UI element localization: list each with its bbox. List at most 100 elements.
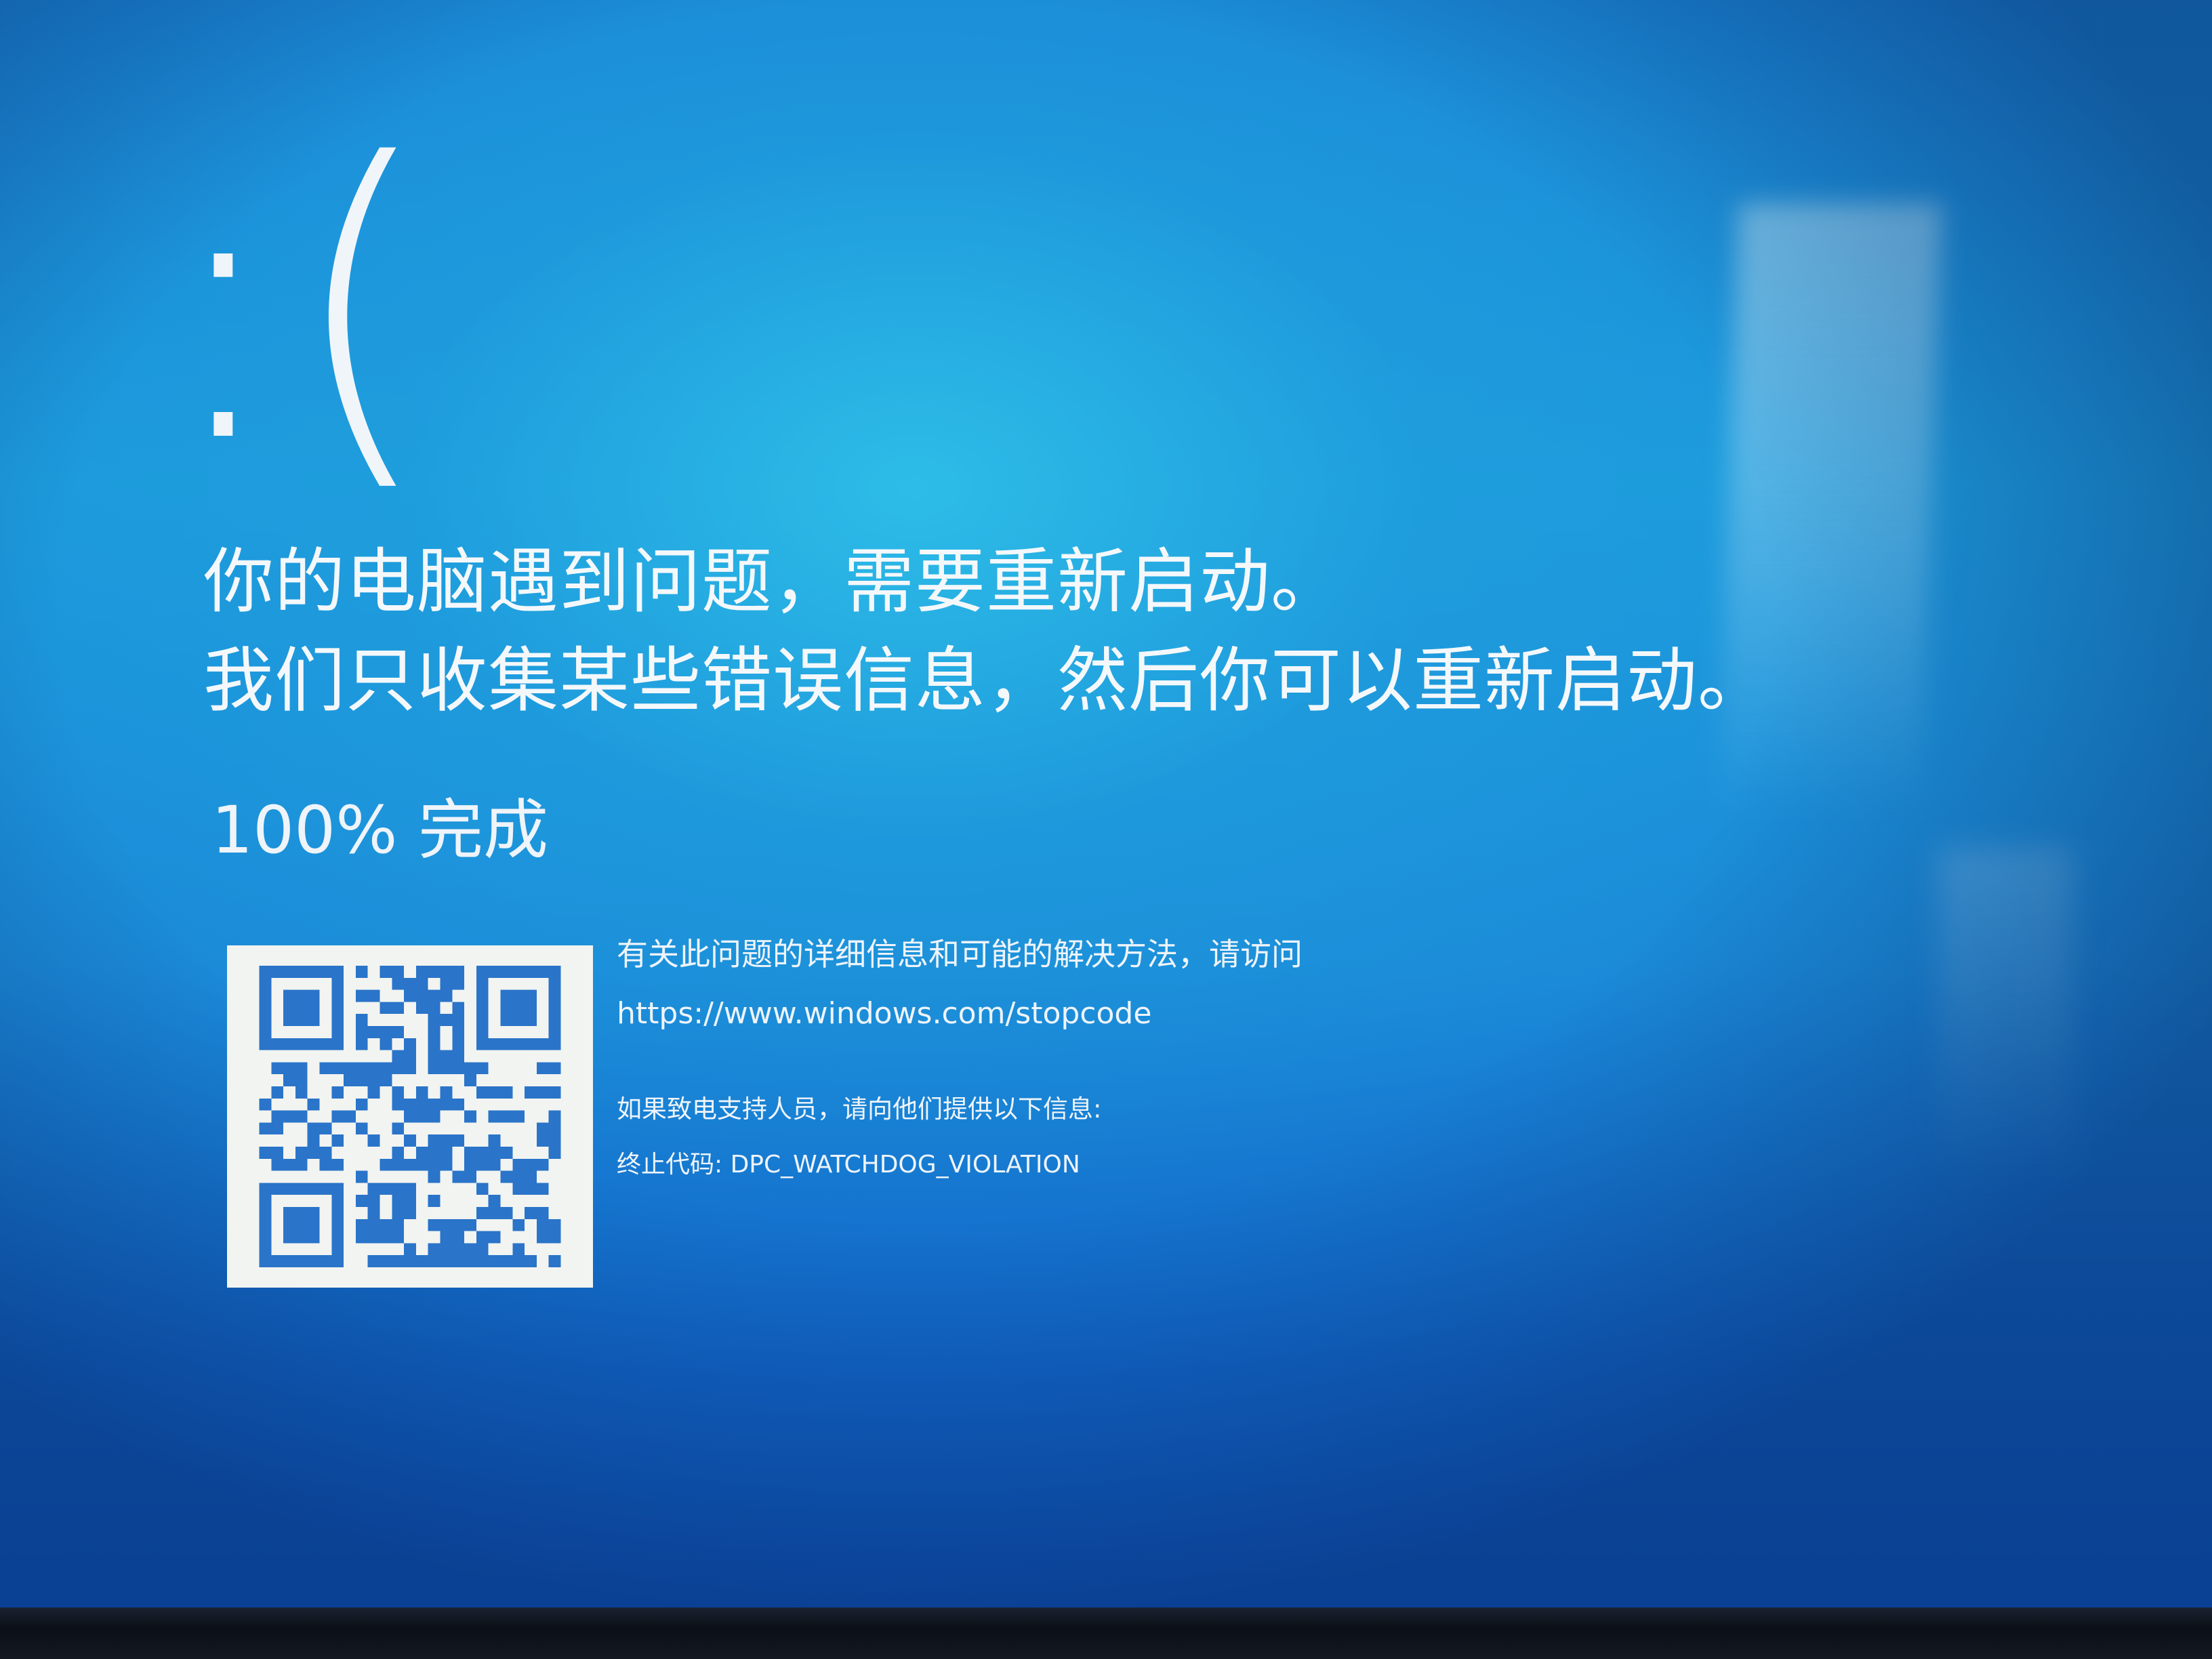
qr-module	[536, 1207, 549, 1219]
qr-module	[344, 1062, 356, 1075]
qr-module	[452, 966, 465, 978]
qr-module	[452, 1062, 465, 1075]
qr-module	[452, 1134, 465, 1147]
qr-module	[525, 1086, 537, 1099]
qr-module	[392, 1062, 405, 1075]
qr-module	[283, 1158, 295, 1171]
qr-module	[319, 966, 332, 978]
qr-module	[331, 1231, 344, 1244]
qr-module	[331, 989, 344, 1002]
qr-module	[488, 1231, 501, 1244]
qr-module	[295, 1183, 308, 1195]
qr-module	[488, 1195, 501, 1207]
qr-module	[525, 1255, 537, 1267]
qr-module	[415, 1002, 428, 1015]
qr-module	[331, 1002, 344, 1015]
qr-module	[476, 1062, 489, 1075]
qr-module	[319, 1255, 332, 1267]
qr-module	[355, 1098, 368, 1111]
qr-module	[464, 1062, 476, 1075]
qr-module	[536, 1183, 549, 1195]
qr-module	[307, 1147, 320, 1159]
qr-module	[464, 1110, 476, 1123]
qr-module	[525, 1002, 537, 1015]
qr-module	[380, 1026, 392, 1038]
qr-module	[283, 1038, 295, 1050]
qr-module	[428, 1098, 441, 1111]
qr-module	[271, 966, 284, 978]
qr-module	[512, 1158, 525, 1171]
qr-module	[452, 1170, 465, 1183]
bsod-screen: :( 你的电脑遇到问题，需要重新启动。 我们只收集某些错误信息，然后你可以重新启…	[0, 0, 2212, 1607]
qr-module	[355, 1074, 368, 1086]
qr-module	[464, 1170, 476, 1183]
qr-module	[271, 1122, 284, 1135]
qr-module	[283, 966, 295, 978]
qr-module	[548, 1255, 561, 1267]
qr-module	[500, 989, 513, 1002]
qr-module	[319, 1147, 332, 1159]
headline-line-1: 你的电脑遇到问题，需要重新启动。	[203, 540, 1343, 623]
stopcode-url-link[interactable]: https://www.windows.com/stopcode	[617, 994, 1151, 1034]
qr-module	[452, 1243, 465, 1256]
qr-module	[476, 1255, 489, 1267]
qr-module	[331, 1158, 344, 1171]
qr-module	[464, 1147, 476, 1159]
qr-module	[415, 966, 428, 978]
qr-module	[271, 1110, 284, 1123]
qr-module	[380, 1074, 392, 1086]
qr-module	[464, 1243, 476, 1256]
qr-module	[452, 977, 465, 990]
qr-module	[392, 1050, 405, 1063]
qr-module	[392, 1183, 405, 1195]
qr-module	[355, 1231, 368, 1244]
qr-module	[476, 1207, 489, 1219]
qr-module	[259, 1002, 272, 1015]
qr-module	[488, 1147, 501, 1159]
stop-code-line: 终止代码: DPC_WATCHDOG_VIOLATION	[617, 1148, 1080, 1182]
qr-module	[404, 977, 416, 990]
qr-module	[440, 989, 453, 1002]
qr-module	[331, 1207, 344, 1219]
qr-module	[525, 1170, 537, 1183]
qr-module	[428, 1062, 441, 1075]
qr-module	[428, 1110, 441, 1123]
qr-module	[525, 1207, 537, 1219]
qr-module	[488, 966, 501, 978]
qr-module	[512, 1038, 525, 1050]
qr-module	[380, 1158, 392, 1171]
qr-module	[295, 1255, 308, 1267]
qr-module	[428, 989, 441, 1002]
qr-module	[392, 1207, 405, 1219]
qr-module	[367, 1134, 380, 1147]
qr-module	[283, 1183, 295, 1195]
qr-module	[367, 1026, 380, 1038]
qr-module	[500, 1207, 513, 1219]
qr-module	[440, 1050, 453, 1063]
qr-module	[380, 1038, 392, 1050]
qr-module	[476, 1026, 489, 1038]
qr-module	[331, 1218, 344, 1231]
qr-module	[392, 1218, 405, 1231]
qr-module	[476, 1038, 489, 1050]
qr-module	[259, 966, 272, 978]
qr-module	[548, 1086, 561, 1099]
qr-module	[525, 1014, 537, 1026]
qr-module	[331, 977, 344, 990]
qr-module	[525, 1183, 537, 1195]
qr-module	[307, 1002, 320, 1015]
qr-module	[367, 1207, 380, 1219]
qr-module	[259, 1147, 272, 1159]
qr-module	[355, 966, 368, 978]
qr-module	[440, 1255, 453, 1267]
qr-module	[428, 1002, 441, 1015]
qr-module	[319, 1183, 332, 1195]
qr-module	[380, 1218, 392, 1231]
qr-module	[404, 1110, 416, 1123]
qr-module	[367, 989, 380, 1002]
qr-module	[295, 1231, 308, 1244]
qr-module	[500, 1147, 513, 1159]
qr-module	[415, 1147, 428, 1159]
qr-module	[392, 1002, 405, 1015]
qr-module	[488, 1038, 501, 1050]
